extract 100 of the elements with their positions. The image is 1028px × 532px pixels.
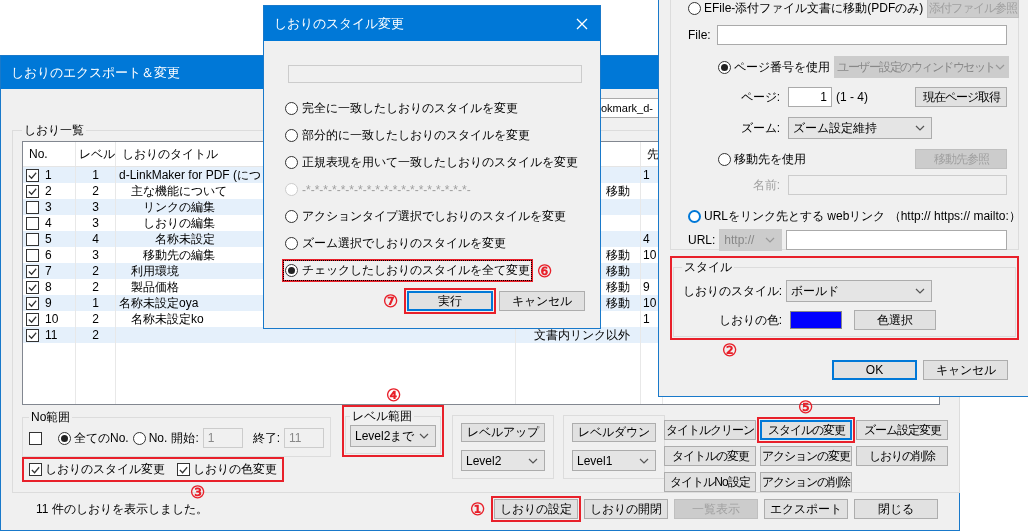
radio-button[interactable]: ページ番号を使用 xyxy=(718,58,830,76)
radio-button[interactable]: チェックしたしおりのスタイルを全て変更 xyxy=(285,262,530,279)
button[interactable]: エクスポート xyxy=(764,499,848,519)
table-cell: 2 xyxy=(92,264,99,278)
table-cell: 1 xyxy=(92,168,99,182)
table-cell: 10 xyxy=(45,312,59,326)
table-cell: 利用環境 xyxy=(131,263,179,279)
dropdown-value: http:// xyxy=(724,233,755,247)
status-text: 11 件のしおりを表示しました。 xyxy=(36,500,208,518)
button[interactable]: しおりの開閉 xyxy=(584,499,668,519)
field-label: 終了: xyxy=(252,429,281,447)
table-cell: 2 xyxy=(92,280,99,294)
checkbox[interactable] xyxy=(26,216,39,230)
step-number: ⑦ xyxy=(383,292,398,310)
button[interactable]: レベルダウン xyxy=(572,423,656,443)
radio-button[interactable]: アクションタイプ選択でしおりのスタイルを変更 xyxy=(285,208,566,225)
step-number: ④ xyxy=(385,387,401,404)
window-title: しおりのスタイル変更 xyxy=(274,14,404,33)
table-cell: 2 xyxy=(92,184,99,198)
button[interactable]: OK xyxy=(832,360,917,380)
checkbox[interactable] xyxy=(26,232,39,246)
group-label: レベル範囲 xyxy=(351,408,413,425)
checkbox[interactable] xyxy=(26,312,39,326)
button[interactable]: タイトルNo設定 xyxy=(664,472,756,492)
button[interactable]: ズーム設定変更 xyxy=(856,420,948,440)
field-label: ズーム: xyxy=(739,119,780,137)
dropdown[interactable]: Level2まで xyxy=(350,425,436,447)
radio-button[interactable]: 移動先を使用 xyxy=(718,150,806,168)
button[interactable]: キャンセル xyxy=(499,291,585,311)
checkbox[interactable] xyxy=(26,184,39,198)
button[interactable]: アクションの変更 xyxy=(760,446,852,466)
table-cell: 3 xyxy=(92,200,99,214)
table-cell: 1 xyxy=(643,168,650,182)
radio-button[interactable]: 完全に一致したしおりのスタイルを変更 xyxy=(285,100,518,117)
dropdown[interactable]: ズーム設定維持 xyxy=(788,117,932,139)
button[interactable]: しおりの削除 xyxy=(856,446,948,466)
checkbox[interactable] xyxy=(26,248,39,262)
checkbox[interactable] xyxy=(26,200,39,214)
file-field[interactable] xyxy=(716,25,1007,45)
button[interactable]: しおりの設定 xyxy=(494,499,578,519)
table-cell: 1 xyxy=(92,296,99,310)
table-cell: 製品価格 xyxy=(131,279,179,295)
checkbox[interactable] xyxy=(26,296,39,310)
checkbox[interactable] xyxy=(26,328,39,342)
radio-button[interactable]: URLをリンク先とする webリンク （http:// https:// mailto:） xyxy=(688,208,1021,225)
radio-button[interactable]: 部分的に一致したしおりのスタイルを変更 xyxy=(285,127,530,144)
button[interactable]: 現在ページ取得 xyxy=(915,87,1007,107)
button[interactable]: レベルアップ xyxy=(461,423,545,443)
table-cell: 5 xyxy=(45,232,52,246)
table-cell: 移動 xyxy=(606,279,630,295)
button[interactable]: キャンセル xyxy=(923,360,1008,380)
button[interactable]: タイトルクリーン xyxy=(664,420,756,440)
page-field[interactable]: 1 xyxy=(788,87,832,107)
radio-button[interactable]: No. xyxy=(132,431,168,445)
radio-button[interactable]: EFile-添付ファイル文書に移動(PDFのみ) xyxy=(688,0,924,17)
checkbox[interactable] xyxy=(26,264,39,278)
button[interactable]: アクションの削除 xyxy=(760,472,852,492)
dropdown-value: Level2まで xyxy=(355,427,415,445)
table-cell: 移動 xyxy=(606,247,630,263)
button[interactable]: 閉じる xyxy=(854,499,938,519)
field-label: 名前: xyxy=(751,176,780,194)
radio-button[interactable]: ズーム選択でしおりのスタイルを変更 xyxy=(285,235,506,252)
table-cell: リンクの編集 xyxy=(143,199,215,215)
radio-button[interactable]: 正規表現を用いて一致したしおりのスタイルを変更 xyxy=(285,154,578,171)
name-field[interactable] xyxy=(788,175,1007,195)
button[interactable]: タイトルの変更 xyxy=(664,446,756,466)
radio-button[interactable]: 全てのNo. xyxy=(58,429,129,447)
dropdown-value: ボールド xyxy=(791,282,839,300)
table-cell: 11 xyxy=(45,328,58,342)
dropdown[interactable]: Level1 xyxy=(572,450,656,471)
group-label: しおり一覧 xyxy=(23,122,85,139)
table-cell: 4 xyxy=(643,232,650,246)
dropdown[interactable]: ボールド xyxy=(786,280,932,302)
caret-icon xyxy=(915,288,925,294)
table-cell: 移動 xyxy=(606,183,630,199)
field-label: 開始: xyxy=(171,429,199,447)
table-cell: 4 xyxy=(45,216,52,230)
table-cell: 名称未設定ko xyxy=(131,311,204,327)
table-cell: 名称未設定oya xyxy=(119,295,199,311)
color-swatch[interactable] xyxy=(790,311,842,329)
url-field[interactable] xyxy=(786,230,1007,250)
button[interactable]: 色選択 xyxy=(854,310,936,330)
button[interactable]: 実行 xyxy=(407,291,493,311)
close-icon[interactable] xyxy=(576,17,588,30)
table-cell: 移動先の編集 xyxy=(143,247,215,263)
checkbox[interactable]: しおりの色変更 xyxy=(177,461,277,478)
dropdown-value: ユーザー設定のウィンドウセット xyxy=(837,58,995,76)
step-number: ② xyxy=(722,342,737,359)
button[interactable]: スタイルの変更 xyxy=(760,420,852,440)
checkbox[interactable] xyxy=(29,431,42,445)
column-header: しおりのタイトル xyxy=(122,145,218,163)
field-label: ページ: xyxy=(739,88,780,106)
caret-icon xyxy=(528,457,538,464)
column-header: 先 xyxy=(647,145,659,163)
dropdown[interactable]: Level2 xyxy=(461,450,545,471)
field-label: File: xyxy=(688,28,711,42)
checkbox[interactable] xyxy=(26,280,39,294)
field-label: しおりの色: xyxy=(717,311,782,329)
checkbox[interactable] xyxy=(26,168,39,182)
checkbox[interactable]: しおりのスタイル変更 xyxy=(29,461,165,478)
